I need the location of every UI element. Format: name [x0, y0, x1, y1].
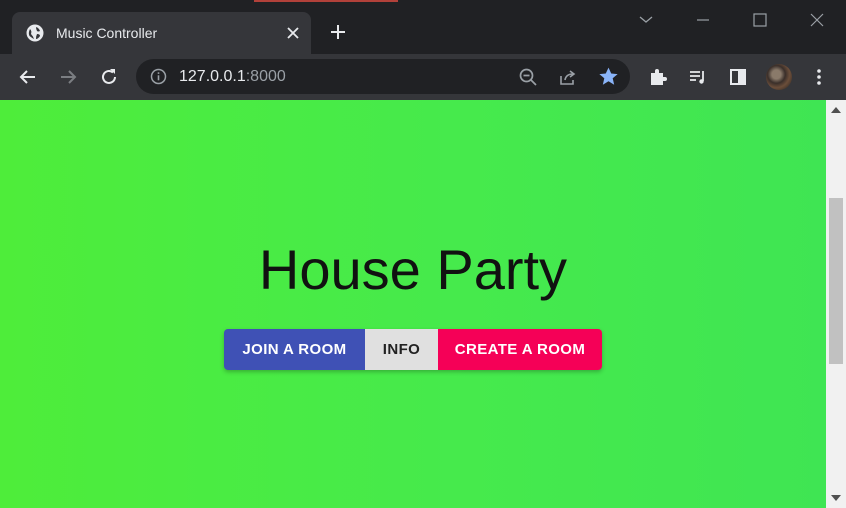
scrollbar-thumb[interactable] — [829, 198, 843, 364]
info-icon[interactable] — [150, 68, 167, 85]
page-viewport: House Party JOIN A ROOM INFO CREATE A RO… — [0, 100, 826, 508]
tab-title: Music Controller — [56, 25, 158, 41]
back-arrow-icon[interactable] — [18, 67, 38, 87]
profile-avatar[interactable] — [766, 64, 792, 90]
window-close-icon[interactable] — [807, 10, 827, 30]
close-icon[interactable] — [284, 24, 302, 42]
reload-icon[interactable] — [99, 67, 119, 87]
new-tab-icon[interactable] — [328, 22, 348, 42]
zoom-out-icon[interactable] — [518, 67, 538, 87]
url-port: :8000 — [245, 68, 286, 85]
create-room-button[interactable]: CREATE A ROOM — [438, 329, 602, 370]
address-bar[interactable]: 127.0.0.1:8000 — [136, 59, 630, 94]
tab-strip-accent — [254, 0, 398, 2]
extensions-icon[interactable] — [648, 67, 668, 87]
scroll-down-arrow-icon[interactable] — [831, 495, 841, 501]
join-room-button[interactable]: JOIN A ROOM — [224, 329, 365, 370]
side-panel-icon[interactable] — [728, 67, 748, 87]
menu-dots-icon[interactable] — [809, 67, 829, 87]
forward-arrow-icon[interactable] — [58, 67, 78, 87]
bookmark-star-icon[interactable] — [598, 66, 619, 87]
chevron-down-icon[interactable] — [636, 10, 656, 30]
minimize-icon[interactable] — [693, 10, 713, 30]
page-title: House Party — [258, 238, 568, 301]
scroll-up-arrow-icon[interactable] — [831, 107, 841, 113]
share-icon[interactable] — [558, 67, 578, 87]
media-queue-icon[interactable] — [688, 67, 708, 87]
url-text: 127.0.0.1:8000 — [179, 67, 286, 86]
globe-icon — [26, 24, 44, 42]
vertical-scrollbar[interactable] — [826, 100, 846, 508]
tab-strip: Music Controller — [0, 0, 846, 54]
room-button-group: JOIN A ROOM INFO CREATE A ROOM — [224, 329, 602, 370]
maximize-icon[interactable] — [750, 10, 770, 30]
browser-tab[interactable]: Music Controller — [12, 12, 311, 54]
url-host: 127.0.0.1 — [179, 68, 246, 85]
info-button[interactable]: INFO — [365, 329, 438, 370]
browser-toolbar: 127.0.0.1:8000 — [0, 54, 846, 100]
